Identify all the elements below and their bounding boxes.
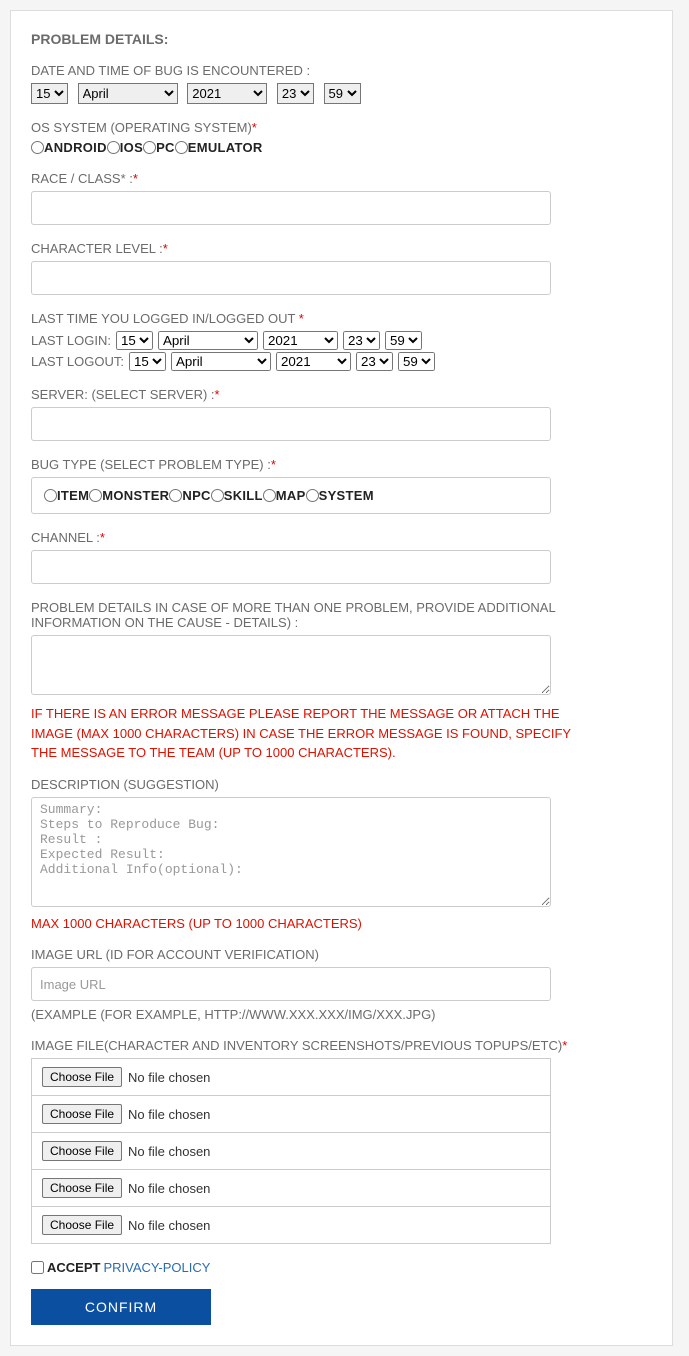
os-android-radio[interactable] [31, 141, 44, 154]
no-file-text: No file chosen [128, 1144, 210, 1159]
details-textarea[interactable] [31, 635, 551, 695]
accept-checkbox[interactable] [31, 1261, 44, 1274]
logout-day-select[interactable]: 15 [129, 352, 166, 371]
bugtype-system-radio[interactable] [306, 489, 319, 502]
desc-textarea[interactable] [31, 797, 551, 907]
date-day-select[interactable]: 15 [31, 83, 68, 104]
bugtype-monster-radio[interactable] [89, 489, 102, 502]
lastlog-label: LAST TIME YOU LOGGED IN/LOGGED OUT * [31, 311, 591, 326]
login-day-select[interactable]: 15 [116, 331, 153, 350]
race-label: RACE / CLASS* :* [31, 171, 591, 186]
channel-label: CHANNEL :* [31, 530, 591, 545]
max-note: MAX 1000 CHARACTERS (UP TO 1000 CHARACTE… [31, 914, 571, 934]
logout-month-select[interactable]: April [171, 352, 271, 371]
charlvl-label: CHARACTER LEVEL :* [31, 241, 591, 256]
date-year-select[interactable]: 2021 [187, 83, 267, 104]
logout-year-select[interactable]: 2021 [276, 352, 351, 371]
bugtype-item-label: ITEM [57, 488, 89, 503]
os-pc-label: PC [156, 140, 175, 155]
details-label: PROBLEM DETAILS IN CASE OF MORE THAN ONE… [31, 600, 591, 630]
file-row: Choose File No file chosen [32, 1133, 550, 1170]
file-row: Choose File No file chosen [32, 1170, 550, 1207]
bugtype-skill-radio[interactable] [211, 489, 224, 502]
accept-label: ACCEPT [47, 1260, 100, 1275]
login-min-select[interactable]: 59 [385, 331, 422, 350]
bugtype-skill-label: SKILL [224, 488, 263, 503]
imgurl-example: (EXAMPLE (FOR EXAMPLE, HTTP://WWW.XXX.XX… [31, 1007, 591, 1022]
date-min-select[interactable]: 59 [324, 83, 361, 104]
choose-file-button[interactable]: Choose File [42, 1067, 122, 1087]
file-row: Choose File No file chosen [32, 1059, 550, 1096]
os-label: OS SYSTEM (OPERATING SYSTEM)* [31, 120, 591, 135]
desc-label: DESCRIPTION (SUGGESTION) [31, 777, 591, 792]
choose-file-button[interactable]: Choose File [42, 1104, 122, 1124]
no-file-text: No file chosen [128, 1218, 210, 1233]
os-android-label: ANDROID [44, 140, 107, 155]
charlvl-input[interactable] [31, 261, 551, 295]
os-ios-radio[interactable] [107, 141, 120, 154]
no-file-text: No file chosen [128, 1107, 210, 1122]
login-month-select[interactable]: April [158, 331, 258, 350]
bugtype-item-radio[interactable] [44, 489, 57, 502]
error-note: IF THERE IS AN ERROR MESSAGE PLEASE REPO… [31, 704, 571, 763]
race-input[interactable] [31, 191, 551, 225]
os-emulator-label: EMULATOR [188, 140, 263, 155]
bugtype-map-radio[interactable] [263, 489, 276, 502]
login-label: LAST LOGIN: [31, 333, 111, 348]
imgfile-label: IMAGE FILE(CHARACTER AND INVENTORY SCREE… [31, 1038, 591, 1053]
os-emulator-radio[interactable] [175, 141, 188, 154]
logout-hour-select[interactable]: 23 [356, 352, 393, 371]
choose-file-button[interactable]: Choose File [42, 1141, 122, 1161]
file-row: Choose File No file chosen [32, 1207, 550, 1244]
date-label: DATE AND TIME OF BUG IS ENCOUNTERED : [31, 63, 591, 78]
privacy-link[interactable]: PRIVACY-POLICY [103, 1260, 210, 1275]
choose-file-button[interactable]: Choose File [42, 1215, 122, 1235]
file-row: Choose File No file chosen [32, 1096, 550, 1133]
os-ios-label: IOS [120, 140, 143, 155]
imgurl-label: IMAGE URL (ID FOR ACCOUNT VERIFICATION) [31, 947, 591, 962]
choose-file-button[interactable]: Choose File [42, 1178, 122, 1198]
bugtype-map-label: MAP [276, 488, 306, 503]
logout-label: LAST LOGOUT: [31, 354, 124, 369]
no-file-text: No file chosen [128, 1181, 210, 1196]
bugtype-system-label: SYSTEM [319, 488, 374, 503]
os-pc-radio[interactable] [143, 141, 156, 154]
confirm-button[interactable]: CONFIRM [31, 1289, 211, 1325]
bugtype-npc-label: NPC [182, 488, 210, 503]
bugtype-monster-label: MONSTER [102, 488, 169, 503]
bugtype-npc-radio[interactable] [169, 489, 182, 502]
date-month-select[interactable]: April [78, 83, 178, 104]
server-label: SERVER: (SELECT SERVER) :* [31, 387, 591, 402]
login-year-select[interactable]: 2021 [263, 331, 338, 350]
imgurl-input[interactable] [31, 967, 551, 1001]
logout-min-select[interactable]: 59 [398, 352, 435, 371]
login-hour-select[interactable]: 23 [343, 331, 380, 350]
server-input[interactable] [31, 407, 551, 441]
channel-input[interactable] [31, 550, 551, 584]
no-file-text: No file chosen [128, 1070, 210, 1085]
section-title: PROBLEM DETAILS: [31, 31, 591, 47]
bugtype-label: BUG TYPE (SELECT PROBLEM TYPE) :* [31, 457, 591, 472]
date-hour-select[interactable]: 23 [277, 83, 314, 104]
